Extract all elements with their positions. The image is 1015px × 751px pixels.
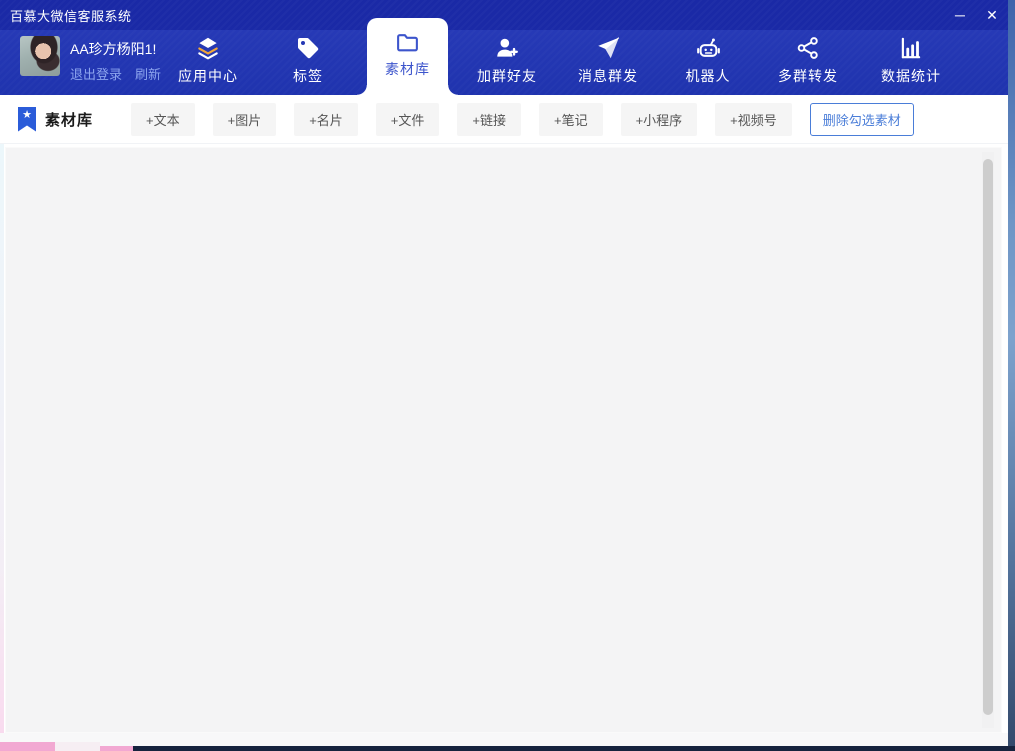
section-title: 素材库 — [45, 109, 93, 130]
user-plus-icon — [462, 35, 552, 61]
material-library-toolbar: ★ 素材库 +文本 +图片 +名片 +文件 +链接 +笔记 +小程序 +视频号删除勾选素材 — [0, 95, 1008, 143]
window-title: 百慕大微信客服系统 — [0, 6, 132, 25]
add-image-button[interactable]: +图片 — [213, 103, 277, 136]
nav-item-add-group-friends[interactable]: 加群好友 — [462, 35, 552, 93]
add-note-button[interactable]: +笔记 — [539, 103, 603, 136]
share-icon — [763, 35, 853, 61]
nav-item-label: 素材库 — [367, 59, 448, 79]
logout-link[interactable]: 退出登录 — [70, 64, 122, 83]
paper-plane-icon — [563, 35, 653, 61]
nav-item-label: 机器人 — [663, 66, 753, 86]
nav-item-data-statistics[interactable]: 数据统计 — [866, 35, 956, 93]
desktop-background-right-edge — [1008, 0, 1015, 751]
window-controls: ─ ✕ — [944, 0, 1008, 30]
active-tab-curl-left — [357, 85, 367, 95]
add-button-row: +文本 +图片 +名片 +文件 +链接 +笔记 +小程序 +视频号删除勾选素材 — [131, 103, 914, 136]
nav-item-label: 数据统计 — [866, 66, 956, 86]
desktop-background-left-edge — [0, 143, 4, 746]
delete-selected-material-button[interactable]: 删除勾选素材 — [810, 103, 914, 136]
bookmark-star-icon: ★ — [18, 107, 36, 132]
bar-chart-icon — [866, 35, 956, 61]
material-list-empty-area — [5, 147, 1002, 733]
tag-icon — [263, 35, 353, 61]
nav-item-robot[interactable]: 机器人 — [663, 35, 753, 93]
nav-item-message-broadcast[interactable]: 消息群发 — [563, 35, 653, 93]
taskbar-light-notch — [55, 742, 100, 751]
user-name: AA珍方杨阳1! — [70, 39, 156, 59]
nav-item-label: 标签 — [263, 66, 353, 86]
add-card-button[interactable]: +名片 — [294, 103, 358, 136]
toolbar-divider — [0, 143, 1008, 144]
active-tab-curl-right — [448, 85, 458, 95]
user-avatar[interactable] — [20, 36, 60, 76]
nav-item-label: 消息群发 — [563, 66, 653, 86]
refresh-link[interactable]: 刷新 — [135, 64, 161, 83]
nav-item-multi-group-forward[interactable]: 多群转发 — [763, 35, 853, 93]
window-bottom-margin — [0, 733, 1008, 746]
add-link-button[interactable]: +链接 — [457, 103, 521, 136]
nav-item-label: 多群转发 — [763, 66, 853, 86]
layers-icon — [163, 35, 253, 61]
user-links: 退出登录 刷新 — [70, 64, 161, 83]
add-file-button[interactable]: +文件 — [376, 103, 440, 136]
desktop-taskbar-edge — [0, 746, 1015, 751]
nav-item-material-library[interactable]: 素材库 — [367, 18, 448, 95]
main-navigation-bar: AA珍方杨阳1! 退出登录 刷新 应用中心标签 加群好友消息群发机器人多群转发数据… — [0, 30, 1008, 95]
close-button[interactable]: ✕ — [976, 0, 1008, 30]
nav-item-tags[interactable]: 标签 — [263, 35, 353, 93]
add-text-button[interactable]: +文本 — [131, 103, 195, 136]
taskbar-pink-segment — [0, 742, 55, 751]
nav-item-label: 应用中心 — [163, 66, 253, 86]
robot-icon — [663, 35, 753, 61]
nav-item-label: 加群好友 — [462, 66, 552, 86]
add-mini-program-button[interactable]: +小程序 — [621, 103, 698, 136]
add-video-channel-button[interactable]: +视频号 — [715, 103, 792, 136]
minimize-button[interactable]: ─ — [944, 0, 976, 30]
taskbar-pink-segment — [100, 746, 133, 751]
scrollbar-thumb[interactable] — [983, 159, 993, 715]
folder-icon — [367, 29, 448, 55]
title-bar: 百慕大微信客服系统 ─ ✕ — [0, 0, 1008, 30]
nav-item-app-center[interactable]: 应用中心 — [163, 35, 253, 93]
